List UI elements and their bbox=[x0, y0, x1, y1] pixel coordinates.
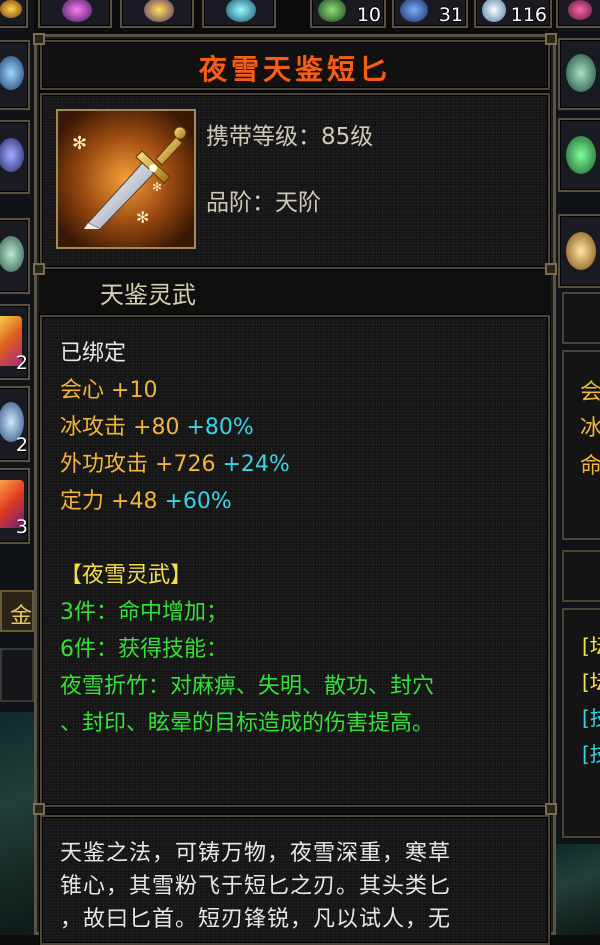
inventory-slot[interactable]: 2 bbox=[0, 304, 30, 380]
item-header: ✻ ✻ ✻ 携带等级：85级 品阶：天阶 bbox=[40, 93, 550, 269]
inventory-slot[interactable] bbox=[558, 214, 600, 288]
item-icon[interactable]: ✻ ✻ ✻ bbox=[56, 109, 196, 249]
frame-corner bbox=[33, 263, 45, 275]
right-panel-section bbox=[562, 550, 600, 602]
item-name: 夜雪天鉴短匕 bbox=[198, 53, 391, 86]
item-grade: 品阶：天阶 bbox=[206, 190, 321, 216]
set-bonus-3: 3件：命中增加； bbox=[60, 600, 228, 625]
inventory-slot[interactable] bbox=[558, 118, 600, 192]
gold-button[interactable]: 金 bbox=[0, 590, 34, 632]
stat-percent: +60% bbox=[164, 489, 232, 514]
right-list-item: [技 bbox=[582, 742, 600, 766]
inventory-slot[interactable] bbox=[558, 38, 600, 110]
inventory-slot[interactable] bbox=[38, 0, 112, 28]
right-list-item: [坛 bbox=[582, 634, 600, 658]
inventory-slot[interactable]: 116 bbox=[474, 0, 552, 28]
gold-label: 金 bbox=[10, 604, 33, 629]
item-count: 2 bbox=[15, 352, 28, 374]
item-category: 天鉴灵武 bbox=[100, 281, 196, 309]
stat-crit: 会心 +10 bbox=[60, 372, 434, 409]
item-count: 10 bbox=[356, 4, 381, 26]
stat-label: 会心 bbox=[60, 378, 105, 403]
stat-value: +80 bbox=[133, 415, 180, 440]
svg-text:✻: ✻ bbox=[72, 133, 87, 154]
title-bar: 夜雪天鉴短匕 bbox=[40, 40, 550, 90]
svg-text:✻: ✻ bbox=[136, 208, 149, 227]
description-line: 锥心，其雪粉飞于短匕之刃。其头类匕 bbox=[60, 874, 452, 899]
dagger-icon: ✻ ✻ ✻ bbox=[58, 111, 194, 247]
item-count: 31 bbox=[438, 4, 463, 26]
stat-label: 外功攻击 bbox=[60, 452, 149, 477]
right-list-item: [技 bbox=[582, 706, 600, 730]
stat-percent: +24% bbox=[222, 452, 290, 477]
description-panel: 天鉴之法，可铸万物，夜雪深重，寒草 锥心，其雪粉飞于短匕之刃。其头类匕 ，故曰匕… bbox=[40, 815, 550, 945]
frame-corner bbox=[545, 263, 557, 275]
inventory-slot[interactable] bbox=[0, 40, 30, 110]
bound-status: 已绑定 bbox=[60, 341, 127, 366]
stat-external-attack: 外功攻击 +726 +24% bbox=[60, 446, 434, 483]
inventory-slot[interactable]: 31 bbox=[392, 0, 468, 28]
right-stat-char: 命 bbox=[580, 454, 600, 479]
stat-label: 冰攻击 bbox=[60, 415, 127, 440]
inventory-slot[interactable]: 3 bbox=[0, 468, 30, 544]
right-panel-header bbox=[562, 292, 600, 344]
stats-panel: 已绑定 会心 +10 冰攻击 +80 +80% 外功攻击 +726 +24% 定… bbox=[40, 315, 550, 807]
scene-background bbox=[0, 712, 34, 935]
item-count: 2 bbox=[15, 434, 28, 456]
scene-background bbox=[556, 844, 600, 935]
description-line: 天鉴之法，可铸万物，夜雪深重，寒草 bbox=[60, 841, 452, 866]
right-stat-char: 会 bbox=[580, 380, 600, 405]
inventory-slot[interactable] bbox=[0, 0, 28, 28]
frame-corner bbox=[33, 803, 45, 815]
inventory-slot[interactable] bbox=[202, 0, 276, 28]
stat-value: +48 bbox=[111, 489, 158, 514]
item-tooltip: 夜雪天鉴短匕 ✻ ✻ ✻ 携带等级：85级 品阶：天阶 天鉴灵武 已绑定 会心 … bbox=[33, 33, 557, 945]
frame-corner bbox=[545, 33, 557, 45]
svg-text:✻: ✻ bbox=[152, 180, 162, 194]
inventory-slot[interactable]: 10 bbox=[310, 0, 386, 28]
side-panel bbox=[0, 648, 34, 702]
inventory-slot[interactable] bbox=[556, 0, 600, 28]
set-skill-line: 夜雪折竹：对麻痹、失明、散功、封穴 bbox=[60, 674, 435, 699]
right-panel-stats: 会 冰 命 bbox=[562, 350, 600, 540]
stat-ice-attack: 冰攻击 +80 +80% bbox=[60, 409, 434, 446]
inventory-slot[interactable]: 2 bbox=[0, 386, 30, 462]
item-count: 116 bbox=[510, 4, 547, 26]
stat-value: +10 bbox=[111, 378, 158, 403]
stat-focus: 定力 +48 +60% bbox=[60, 483, 434, 520]
frame-corner bbox=[545, 803, 557, 815]
description-line: ，故曰匕首。短刃锋锐，凡以试人，无 bbox=[60, 907, 452, 932]
set-skill-line: 、封印、眩晕的目标造成的伤害提高。 bbox=[60, 711, 435, 736]
right-list-item: [坛 bbox=[582, 670, 600, 694]
set-bonus-6: 6件：获得技能： bbox=[60, 637, 228, 662]
inventory-slot[interactable] bbox=[0, 120, 30, 194]
inventory-slot[interactable] bbox=[0, 218, 30, 294]
right-panel-list: [坛 [坛 [技 [技 bbox=[562, 608, 600, 838]
right-stat-char: 冰 bbox=[580, 416, 600, 441]
stat-percent: +80% bbox=[186, 415, 254, 440]
category-bar: 天鉴灵武 bbox=[40, 271, 550, 311]
carry-level: 携带等级：85级 bbox=[206, 124, 374, 150]
stat-value: +726 bbox=[155, 452, 216, 477]
set-name: 【夜雪灵武】 bbox=[60, 563, 193, 588]
frame-corner bbox=[33, 33, 45, 45]
item-count: 3 bbox=[15, 516, 28, 538]
stat-label: 定力 bbox=[60, 489, 105, 514]
inventory-slot[interactable] bbox=[120, 0, 194, 28]
